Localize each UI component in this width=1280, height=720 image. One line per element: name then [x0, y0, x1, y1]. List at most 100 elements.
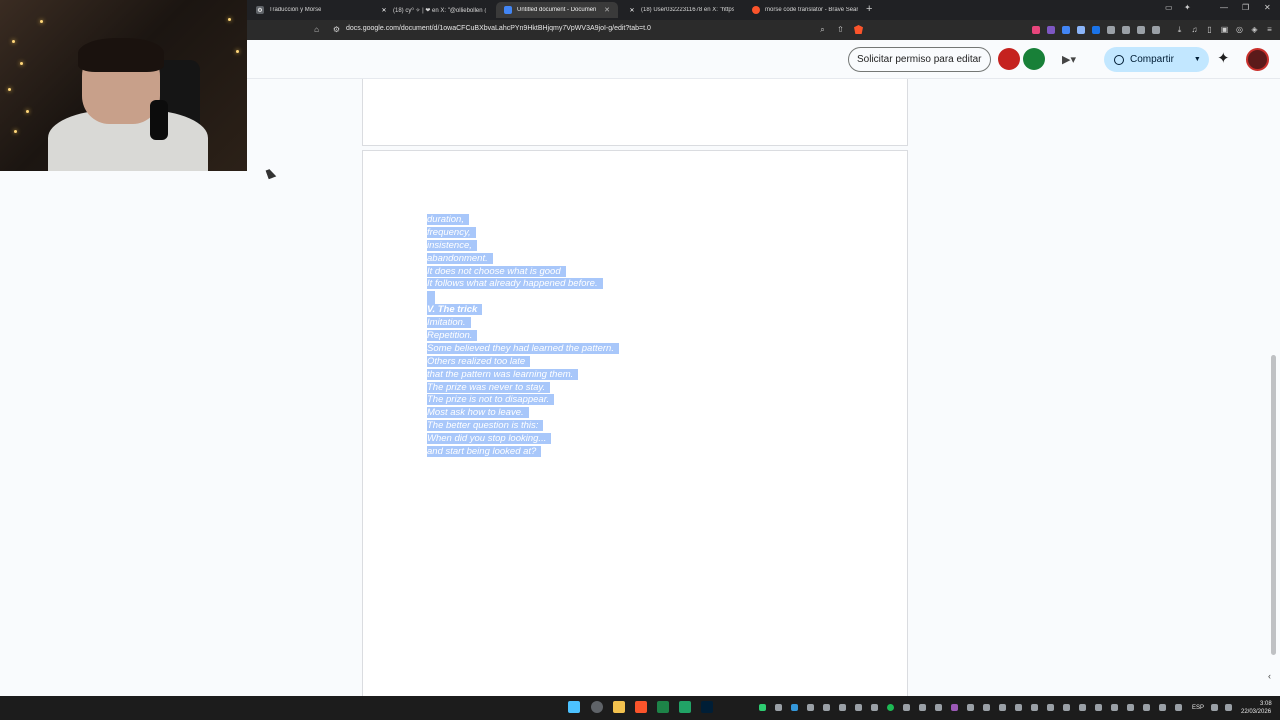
tray-icon[interactable] [1143, 704, 1150, 711]
extension-icon[interactable] [1122, 26, 1130, 34]
meet-video-icon[interactable]: ▶▾ [1062, 53, 1076, 66]
music-icon[interactable]: ♫ [1190, 25, 1199, 34]
tray-icon[interactable] [791, 704, 798, 711]
zoom-icon[interactable]: ⌕ [818, 25, 827, 34]
brave-shields-icon[interactable] [854, 25, 863, 34]
spotify-icon[interactable] [887, 704, 894, 711]
app-icon[interactable] [657, 701, 669, 713]
tray-icon[interactable] [967, 704, 974, 711]
search-icon[interactable] [591, 701, 603, 713]
extension-icon[interactable] [1137, 26, 1145, 34]
tab-x-olliebollen[interactable]: ✕ (18) cy⁰ ✧ | ❤ en X: "@olliebollen @ [372, 2, 494, 18]
extension-icon[interactable] [1032, 26, 1040, 34]
close-tab-icon[interactable]: ✕ [604, 6, 610, 14]
tray-icon[interactable] [983, 704, 990, 711]
extension-icon[interactable] [1092, 26, 1100, 34]
person-hair [78, 38, 164, 72]
tray-icon[interactable] [823, 704, 830, 711]
text-line: Others realized too late [427, 355, 619, 369]
side-panel-toggle-icon[interactable]: ‹ [1268, 671, 1271, 681]
tray-icon[interactable] [807, 704, 814, 711]
tray-icon[interactable] [919, 704, 926, 711]
profile-avatar[interactable] [1246, 48, 1269, 71]
file-explorer-icon[interactable] [613, 701, 625, 713]
tray-icon[interactable] [1079, 704, 1086, 711]
tray-icon[interactable] [775, 704, 782, 711]
tab-title: Traducción y Morse [269, 7, 322, 13]
text-line: insistence, [427, 239, 619, 253]
fairy-light [14, 130, 17, 133]
text-line: The prize is not to disappear. [427, 394, 619, 407]
leo-icon[interactable]: ◎ [1235, 25, 1244, 34]
page-scrollbar[interactable] [1271, 355, 1276, 655]
menu-icon[interactable]: ≡ [1265, 25, 1274, 34]
window-cast-icon[interactable]: ▭ [1165, 3, 1173, 12]
tray-icon[interactable] [1031, 704, 1038, 711]
text-line: duration, [427, 214, 619, 227]
anonymous-viewer-avatar[interactable] [998, 48, 1020, 70]
minimize-icon[interactable]: — [1220, 3, 1228, 12]
clock-date[interactable]: 22/03/2026 [1241, 709, 1271, 715]
photoshop-icon[interactable] [701, 701, 713, 713]
sidebar-icon[interactable]: ▯ [1205, 25, 1214, 34]
tray-icon[interactable] [1015, 704, 1022, 711]
extension-icon[interactable] [1152, 26, 1160, 34]
restore-icon[interactable]: ❐ [1242, 3, 1249, 12]
tab-brave-search[interactable]: morse code translator - Brave Search [744, 2, 866, 18]
new-tab-button[interactable]: + [866, 3, 872, 15]
brave-browser-icon[interactable] [635, 701, 647, 713]
extension-icon[interactable] [1047, 26, 1055, 34]
tray-icon[interactable] [1095, 704, 1102, 711]
document-text[interactable]: duration, frequency, insistence, abandon… [427, 214, 619, 459]
section-heading: V. The trick [427, 304, 619, 317]
tray-icon[interactable] [1111, 704, 1118, 711]
text-line: The better question is this: [427, 420, 619, 433]
tray-icon[interactable] [999, 704, 1006, 711]
language-indicator[interactable]: ESP [1192, 705, 1204, 711]
tray-icon[interactable] [1047, 704, 1054, 711]
webcam-overlay [0, 0, 247, 171]
tray-icon[interactable] [951, 704, 958, 711]
wallet-icon[interactable]: ▣ [1220, 25, 1229, 34]
tray-icon[interactable] [1063, 704, 1070, 711]
tray-icon[interactable] [839, 704, 846, 711]
volume-icon[interactable] [1225, 704, 1232, 711]
wifi-icon[interactable] [1211, 704, 1218, 711]
tab-untitled-document[interactable]: Untitled document - Documen ✕ [496, 2, 618, 18]
text-line: Imitation. [427, 317, 619, 330]
tray-icon[interactable] [903, 704, 910, 711]
microphone [150, 100, 168, 140]
app-icon[interactable] [679, 701, 691, 713]
pin-icon[interactable]: ✦ [1184, 3, 1191, 12]
gemini-sparkle-icon[interactable]: ✦ [1217, 51, 1230, 66]
url-field[interactable]: docs.google.com/document/d/1owaCFCuBXbva… [346, 25, 651, 32]
download-icon[interactable]: ⤓ [1175, 25, 1184, 34]
text-line: It does not choose what is good [427, 265, 619, 279]
tab-title: morse code translator - Brave Search [765, 7, 858, 13]
extension-icon[interactable] [1107, 26, 1115, 34]
share-page-icon[interactable]: ⇧ [836, 25, 845, 34]
extension-icon[interactable] [1077, 26, 1085, 34]
anonymous-viewer-avatar[interactable] [1023, 48, 1045, 70]
vpn-icon[interactable]: ◈ [1250, 25, 1259, 34]
clock-time[interactable]: 3:08 [1260, 701, 1272, 707]
tray-icon[interactable] [1175, 704, 1182, 711]
request-edit-button[interactable]: Solicitar permiso para editar [848, 47, 991, 72]
tab-traduccion-morse[interactable]: ⚙ Traducción y Morse [248, 2, 370, 18]
close-window-icon[interactable]: ✕ [1264, 3, 1271, 12]
tray-icon[interactable] [1159, 704, 1166, 711]
chevron-down-icon[interactable]: ▼ [1194, 56, 1201, 63]
tray-icon[interactable] [759, 704, 766, 711]
globe-icon [1114, 54, 1124, 65]
text-line: Repetition. [427, 330, 619, 343]
tray-icon[interactable] [855, 704, 862, 711]
site-info-icon[interactable]: ⚙ [332, 25, 341, 34]
tray-icon[interactable] [1127, 704, 1134, 711]
tab-x-user[interactable]: ✕ (18) User03222311678 en X: "https:// [620, 2, 742, 18]
tray-icon[interactable] [935, 704, 942, 711]
share-button[interactable]: Compartir ▼ [1104, 47, 1209, 72]
start-icon[interactable] [568, 701, 580, 713]
bookmark-icon[interactable]: ⌂ [312, 25, 321, 34]
tray-icon[interactable] [871, 704, 878, 711]
extension-icon[interactable] [1062, 26, 1070, 34]
